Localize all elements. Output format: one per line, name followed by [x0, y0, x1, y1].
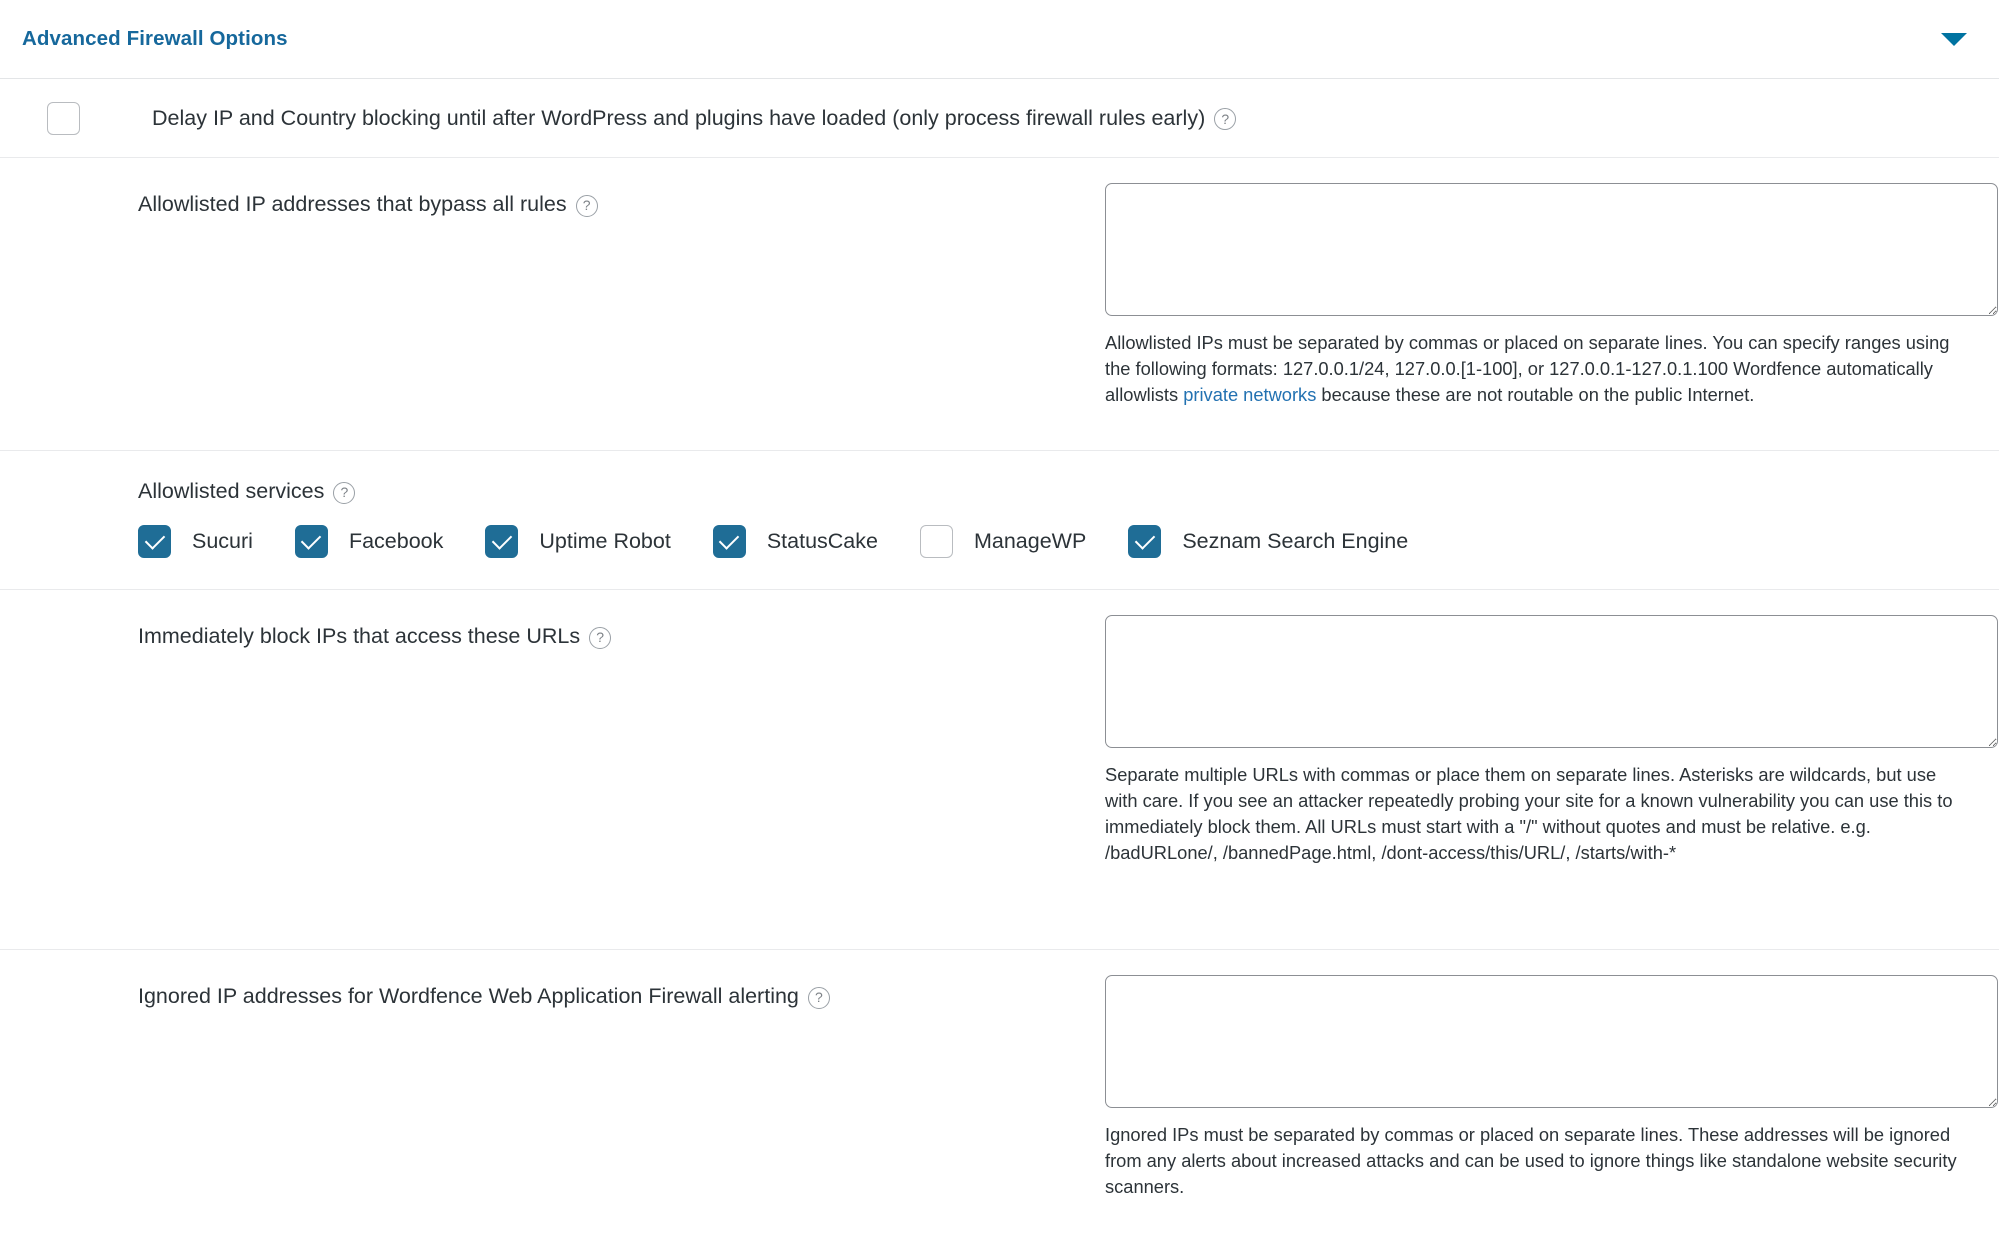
- block-urls-label-text: Immediately block IPs that access these …: [138, 624, 581, 649]
- service-item-statuscake[interactable]: StatusCake: [712, 525, 878, 559]
- allowlisted-ips-field-col: Allowlisted IPs must be separated by com…: [1105, 158, 1999, 450]
- allowlisted-ips-textarea[interactable]: [1105, 183, 1998, 316]
- service-checkbox-sucuri[interactable]: [138, 525, 171, 559]
- service-item-uptime-robot[interactable]: Uptime Robot: [485, 525, 671, 559]
- ignored-ips-textarea[interactable]: [1105, 975, 1998, 1109]
- delay-blocking-row: Delay IP and Country blocking until afte…: [0, 79, 1999, 158]
- service-label-statuscake: StatusCake: [766, 529, 878, 554]
- help-circle-icon[interactable]: ?: [575, 194, 598, 217]
- ignored-ips-label-text: Ignored IP addresses for Wordfence Web A…: [138, 984, 799, 1009]
- help-circle-icon[interactable]: ?: [1214, 108, 1237, 130]
- block-urls-description: Separate multiple URLs with commas or pl…: [1105, 764, 1953, 863]
- service-label-sucuri: Sucuri: [192, 529, 253, 554]
- allowlisted-services-label: Allowlisted services ?: [138, 477, 356, 506]
- delay-blocking-checkbox[interactable]: [47, 101, 80, 135]
- check-icon: [144, 529, 165, 550]
- block-urls-label: Immediately block IPs that access these …: [138, 622, 612, 651]
- help-circle-icon[interactable]: ?: [589, 626, 612, 649]
- help-circle-icon[interactable]: ?: [807, 986, 830, 1009]
- service-item-seznam-search-engine[interactable]: Seznam Search Engine: [1128, 525, 1409, 559]
- allowlisted-services-row: Allowlisted services ? Sucuri Facebook U…: [0, 451, 1999, 591]
- help-glyph: ?: [1221, 110, 1230, 127]
- service-item-facebook[interactable]: Facebook: [294, 525, 444, 559]
- check-icon: [301, 529, 322, 550]
- allowlisted-services-label-text: Allowlisted services: [138, 479, 325, 503]
- help-glyph: ?: [582, 197, 591, 213]
- allowlisted-ips-label: Allowlisted IP addresses that bypass all…: [138, 190, 598, 219]
- ignored-ips-label-col: Ignored IP addresses for Wordfence Web A…: [0, 950, 1105, 1250]
- service-checkbox-facebook[interactable]: [294, 525, 328, 559]
- allowlisted-ips-description: Allowlisted IPs must be separated by com…: [1105, 330, 1965, 408]
- block-urls-row: Immediately block IPs that access these …: [0, 590, 1999, 951]
- ignored-ips-label: Ignored IP addresses for Wordfence Web A…: [138, 982, 830, 1011]
- allowlisted-ips-label-text: Allowlisted IP addresses that bypass all…: [138, 192, 567, 216]
- page-title: Advanced Firewall Options: [22, 27, 288, 50]
- service-item-sucuri[interactable]: Sucuri: [138, 525, 253, 559]
- check-icon: [1134, 529, 1156, 550]
- help-glyph: ?: [814, 989, 823, 1006]
- block-urls-field-col: Separate multiple URLs with commas or pl…: [1105, 590, 1999, 949]
- block-urls-label-wrap: Immediately block IPs that access these …: [138, 622, 1105, 651]
- private-networks-link[interactable]: private networks: [1183, 384, 1316, 405]
- allowlisted-ips-desc-part2: because these are not routable on the pu…: [1316, 383, 1755, 405]
- panel-header-toggle[interactable]: Advanced Firewall Options: [0, 0, 1999, 79]
- service-label-facebook: Facebook: [348, 529, 444, 554]
- ignored-ips-field-col: Ignored IPs must be separated by commas …: [1105, 950, 1999, 1250]
- advanced-firewall-options-panel: Advanced Firewall Options Delay IP and C…: [0, 0, 1999, 1251]
- service-checkbox-uptime-robot[interactable]: [485, 525, 519, 559]
- allowlisted-ips-label-col: Allowlisted IP addresses that bypass all…: [0, 158, 1105, 450]
- service-label-seznam-search-engine: Seznam Search Engine: [1182, 529, 1409, 554]
- service-item-managewp[interactable]: ManageWP: [919, 525, 1087, 559]
- ignored-ips-row: Ignored IP addresses for Wordfence Web A…: [0, 950, 1999, 1250]
- help-circle-icon[interactable]: ?: [333, 481, 356, 504]
- service-checkbox-seznam-search-engine[interactable]: [1128, 525, 1162, 559]
- service-checkbox-statuscake[interactable]: [712, 525, 746, 559]
- service-label-uptime-robot: Uptime Robot: [539, 529, 671, 554]
- help-glyph: ?: [340, 484, 349, 500]
- service-checkbox-managewp[interactable]: [919, 525, 953, 559]
- help-glyph: ?: [596, 629, 605, 646]
- allowlisted-ips-row: Allowlisted IP addresses that bypass all…: [0, 158, 1999, 451]
- check-icon: [719, 529, 740, 550]
- delay-blocking-label-text: Delay IP and Country blocking until afte…: [152, 105, 1206, 130]
- allowlisted-services-label-wrap: Allowlisted services ?: [0, 451, 1999, 506]
- ignored-ips-label-wrap: Ignored IP addresses for Wordfence Web A…: [138, 982, 1105, 1011]
- block-urls-textarea[interactable]: [1105, 615, 1998, 749]
- delay-blocking-label: Delay IP and Country blocking until afte…: [152, 105, 1237, 131]
- allowlisted-services-list: Sucuri Facebook Uptime Robot StatusCake …: [0, 506, 1999, 589]
- allowlisted-ips-label-wrap: Allowlisted IP addresses that bypass all…: [138, 190, 1105, 219]
- check-icon: [491, 529, 513, 550]
- block-urls-label-col: Immediately block IPs that access these …: [0, 590, 1105, 949]
- service-label-managewp: ManageWP: [973, 529, 1087, 554]
- chevron-down-icon[interactable]: [1941, 32, 1967, 46]
- ignored-ips-description: Ignored IPs must be separated by commas …: [1105, 1124, 1957, 1197]
